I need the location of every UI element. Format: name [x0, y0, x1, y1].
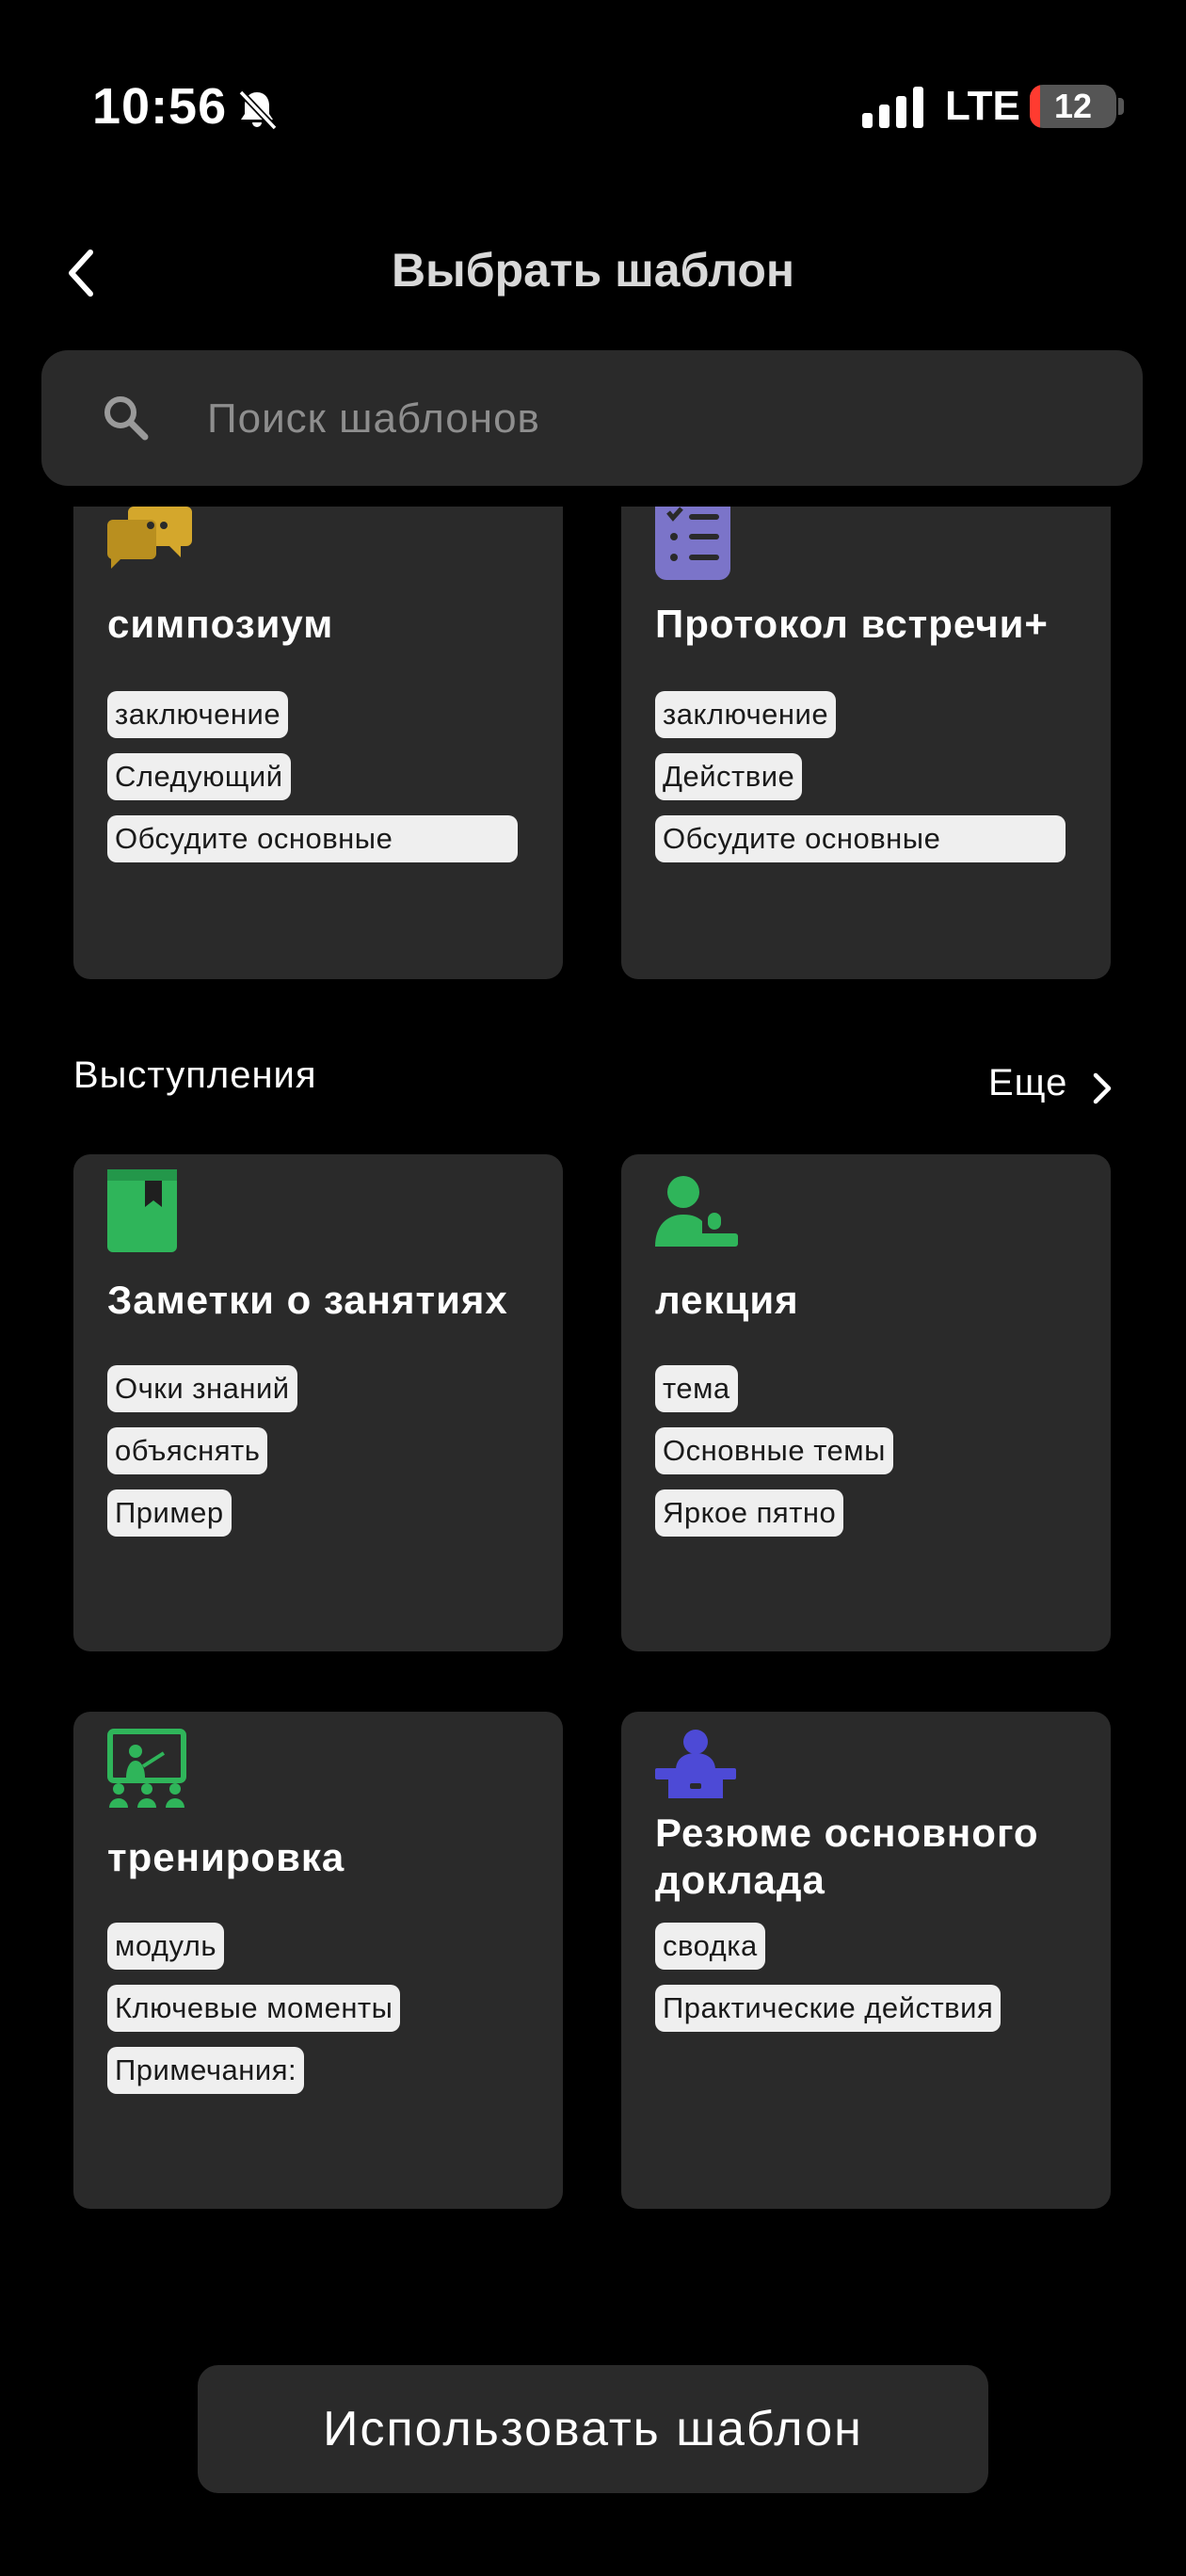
tag: Яркое пятно — [655, 1489, 844, 1537]
card-title: лекция — [655, 1278, 799, 1322]
tag: Пример — [107, 1489, 232, 1537]
search-icon — [104, 396, 149, 441]
tag: Очки знаний — [107, 1365, 297, 1412]
tag: Действие — [655, 753, 803, 800]
signal-icon — [862, 87, 923, 128]
template-card-meeting-minutes[interactable]: Протокол встречи+ заключение Действие Об… — [621, 507, 1111, 979]
lecturer-icon — [655, 1176, 738, 1247]
template-card-class-notes[interactable]: Заметки о занятиях Очки знаний объяснять… — [73, 1154, 563, 1651]
tag: Следующий — [107, 753, 291, 800]
tag: Основные темы — [655, 1427, 893, 1474]
card-title-line-2: доклада — [655, 1858, 825, 1902]
section-title: Выступления — [73, 1055, 317, 1096]
tag: Примечания: — [107, 2047, 305, 2094]
tag: заключение — [107, 691, 289, 738]
template-card-lecture[interactable]: лекция тема Основные темы Яркое пятно — [621, 1154, 1111, 1651]
card-title: Заметки о занятиях — [107, 1278, 508, 1322]
tag: Ключевые моменты — [107, 1985, 401, 2032]
tag: Обсудите основные — [655, 815, 1066, 862]
status-time: 10:56 — [92, 78, 228, 135]
checklist-icon — [655, 507, 730, 580]
use-template-button[interactable]: Использовать шаблон — [198, 2365, 988, 2493]
card-title: тренировка — [107, 1835, 345, 1879]
tag: Практические действия — [655, 1985, 1002, 2032]
chat-bubbles-icon — [107, 507, 192, 569]
card-title-line-1: Резюме основного — [655, 1811, 1039, 1855]
tag: Обсудите основные — [107, 815, 518, 862]
template-card-training[interactable]: тренировка модуль Ключевые моменты Приме… — [73, 1712, 563, 2209]
speaker-podium-icon — [655, 1730, 736, 1798]
search-bar[interactable] — [41, 350, 1143, 486]
network-label: LTE — [945, 83, 1020, 129]
more-link[interactable]: Еще — [988, 1062, 1067, 1104]
page-title: Выбрать шаблон — [391, 244, 795, 297]
tag: модуль — [107, 1923, 225, 1970]
battery-icon: 12 — [1030, 85, 1116, 128]
template-card-keynote-summary[interactable]: Резюме основного доклада сводка Практиче… — [621, 1712, 1111, 2209]
tag: объяснять — [107, 1427, 268, 1474]
card-title: Протокол встречи+ — [655, 602, 1049, 646]
tag: сводка — [655, 1923, 765, 1970]
chevron-right-icon[interactable] — [1088, 1071, 1114, 1105]
battery-percent: 12 — [1053, 87, 1093, 125]
template-card-symposium[interactable]: симпозиум заключение Следующий Обсудите … — [73, 507, 563, 979]
tag: тема — [655, 1365, 738, 1412]
card-title: симпозиум — [107, 602, 334, 646]
tag: заключение — [655, 691, 837, 738]
battery-cap — [1118, 98, 1124, 115]
bell-muted-icon — [238, 89, 278, 131]
training-board-icon — [107, 1729, 186, 1808]
search-input[interactable] — [205, 386, 1056, 452]
notebook-icon — [107, 1169, 177, 1252]
